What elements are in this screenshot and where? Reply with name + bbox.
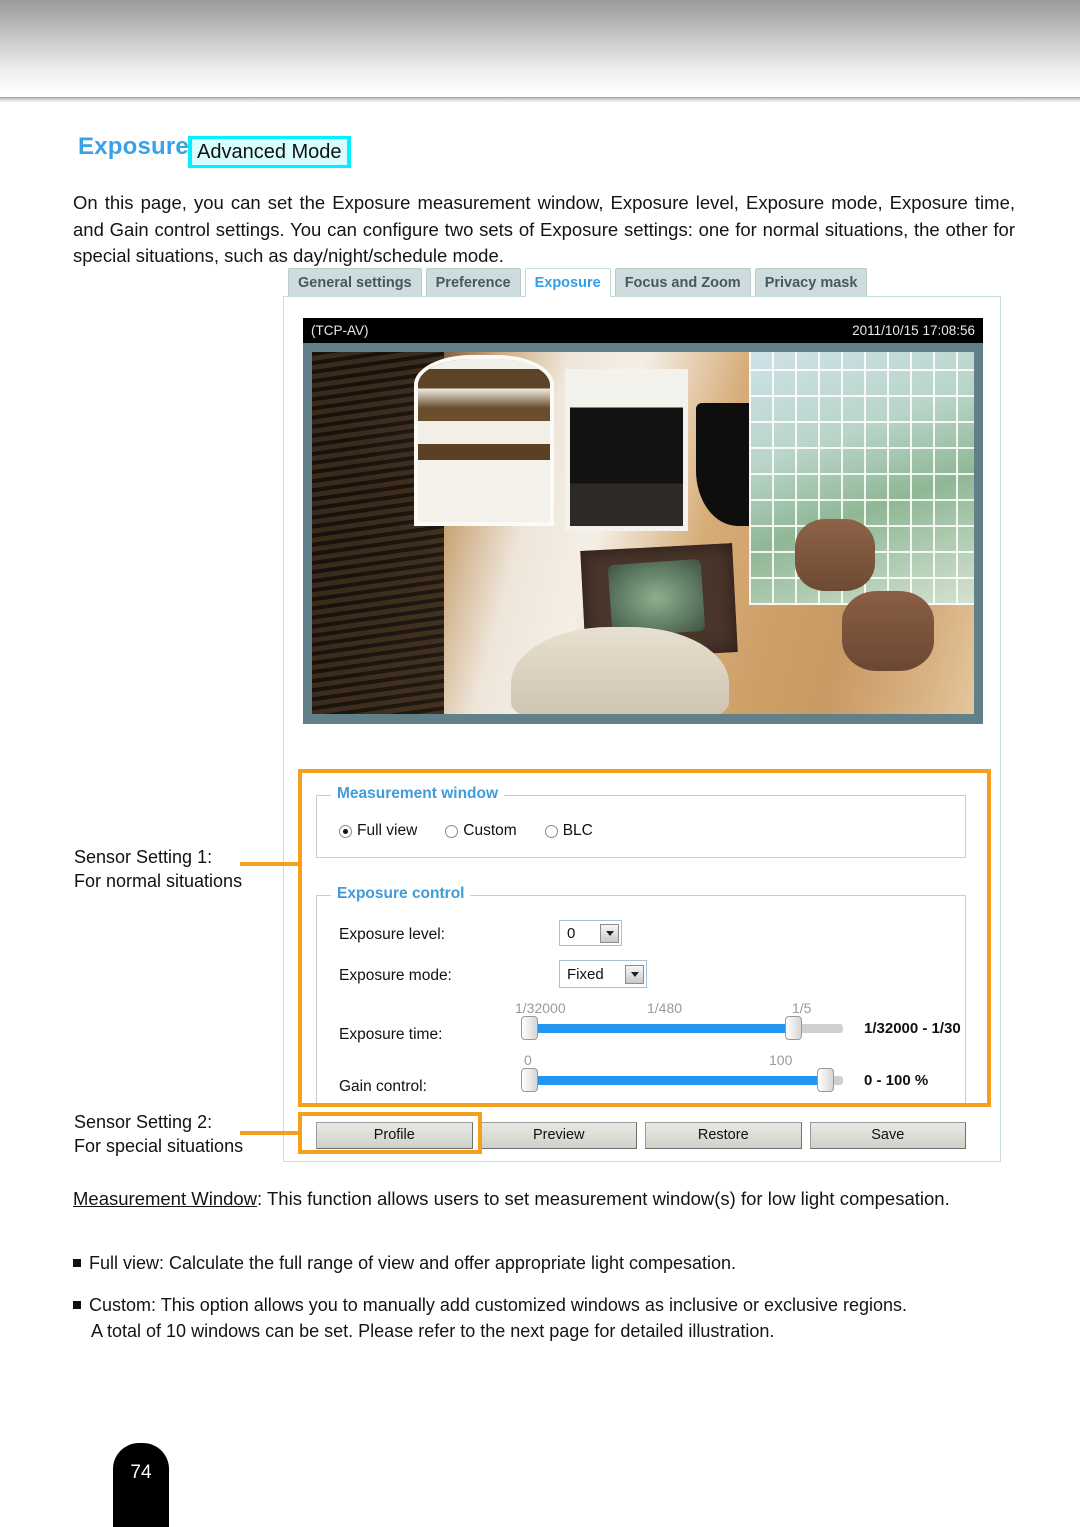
tab-preference[interactable]: Preference bbox=[425, 268, 521, 297]
advanced-mode-badge-label: Advanced Mode bbox=[192, 139, 347, 165]
video-frame-border bbox=[303, 343, 983, 724]
restore-button[interactable]: Restore bbox=[645, 1122, 802, 1149]
bullet-square-icon bbox=[73, 1301, 81, 1309]
intro-paragraph: On this page, you can set the Exposure m… bbox=[73, 192, 1015, 266]
measurement-window-text: : This function allows users to set meas… bbox=[257, 1188, 950, 1209]
tab-focus-and-zoom[interactable]: Focus and Zoom bbox=[614, 268, 751, 297]
sensor-setting-2-connector bbox=[240, 1131, 302, 1135]
tab-exposure[interactable]: Exposure bbox=[524, 268, 611, 297]
tab-privacy-mask[interactable]: Privacy mask bbox=[754, 268, 868, 297]
bullet-full-view-text: Full view: Calculate the full range of v… bbox=[89, 1253, 737, 1273]
settings-tab-bar: General settings Preference Exposure Foc… bbox=[288, 268, 868, 297]
tab-general-settings[interactable]: General settings bbox=[288, 268, 422, 297]
video-image bbox=[312, 352, 974, 714]
sensor-setting-1-connector bbox=[240, 862, 302, 866]
preview-button[interactable]: Preview bbox=[480, 1122, 637, 1149]
video-armchair-one bbox=[795, 518, 875, 591]
measurement-window-description: Measurement Window: This function allows… bbox=[73, 1185, 1018, 1212]
video-bookshelf bbox=[417, 359, 551, 523]
save-button[interactable]: Save bbox=[809, 1122, 966, 1149]
live-video-viewer[interactable]: (TCP-AV) 2011/10/15 17:08:56 bbox=[303, 318, 983, 724]
video-status-bar: (TCP-AV) 2011/10/15 17:08:56 bbox=[303, 318, 983, 343]
sensor-setting-1-line2: For normal situations bbox=[74, 871, 243, 891]
bullet-custom: Custom: This option allows you to manual… bbox=[73, 1292, 1018, 1344]
bullet-custom-text: Custom: This option allows you to manual… bbox=[89, 1295, 908, 1315]
bullet-square-icon bbox=[73, 1259, 81, 1267]
bullet-full-view: Full view: Calculate the full range of v… bbox=[73, 1250, 1018, 1276]
sensor-setting-1-annotation: Sensor Setting 1: For normal situations bbox=[74, 845, 242, 893]
video-stream-label: (TCP-AV) bbox=[311, 323, 369, 338]
measurement-window-term: Measurement Window bbox=[73, 1188, 258, 1209]
video-coffee-table bbox=[607, 558, 705, 638]
sensor-setting-1-line1: Sensor Setting 1: bbox=[74, 847, 213, 867]
sensor-setting-2-line1: Sensor Setting 2: bbox=[74, 1112, 213, 1132]
advanced-mode-badge: Advanced Mode bbox=[188, 136, 351, 168]
sensor-setting-1-highlight-box bbox=[298, 769, 991, 1107]
video-timestamp: 2011/10/15 17:08:56 bbox=[852, 323, 975, 338]
page-number-tab: 74 bbox=[113, 1443, 169, 1527]
sensor-setting-2-highlight-box bbox=[298, 1112, 482, 1154]
sensor-setting-2-line2: For special situations bbox=[74, 1136, 244, 1156]
page-title: Exposure bbox=[78, 133, 189, 160]
video-armchair-two bbox=[841, 590, 935, 671]
sensor-setting-2-annotation: Sensor Setting 2: For special situations bbox=[74, 1110, 243, 1158]
page-header-band bbox=[0, 0, 1080, 97]
header-divider-rule bbox=[0, 97, 1080, 102]
video-fireplace bbox=[570, 373, 683, 526]
bullet-custom-continuation: A total of 10 windows can be set. Please… bbox=[91, 1321, 775, 1341]
